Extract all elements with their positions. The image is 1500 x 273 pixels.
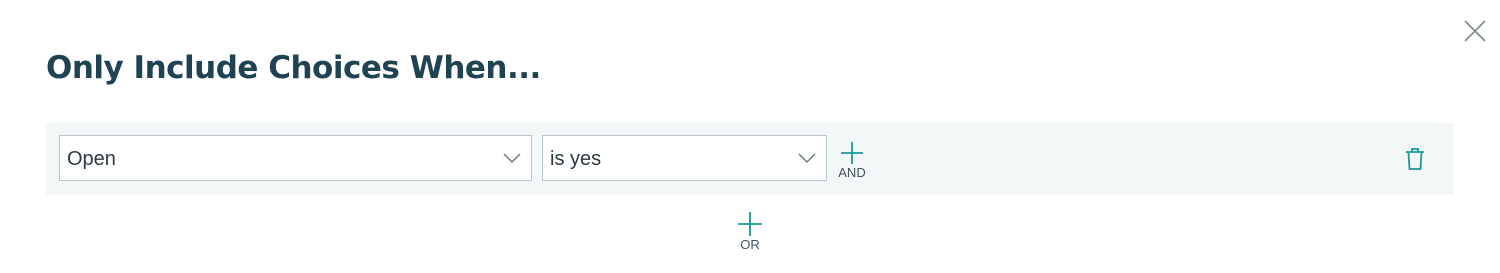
or-label: OR bbox=[740, 237, 760, 252]
field-select[interactable]: Open bbox=[59, 135, 532, 181]
operator-select[interactable]: is yes bbox=[542, 135, 827, 181]
field-select-value: Open bbox=[67, 148, 116, 170]
plus-icon bbox=[738, 212, 762, 236]
operator-select-value: is yes bbox=[550, 148, 602, 170]
display-logic-dialog: Only Include Choices When... Open is yes… bbox=[0, 0, 1500, 273]
chevron-down-icon bbox=[798, 153, 816, 164]
and-label: AND bbox=[838, 165, 866, 180]
add-and-condition-button[interactable]: AND bbox=[832, 141, 872, 183]
trash-icon bbox=[1406, 148, 1424, 170]
close-button[interactable] bbox=[1462, 18, 1488, 44]
chevron-down-icon bbox=[503, 153, 521, 164]
dialog-title: Only Include Choices When... bbox=[46, 50, 541, 86]
close-icon bbox=[1464, 20, 1486, 42]
plus-icon bbox=[841, 142, 863, 164]
add-or-condition-button[interactable]: OR bbox=[730, 211, 770, 259]
delete-condition-button[interactable] bbox=[1404, 147, 1426, 171]
condition-row: Open is yes AND bbox=[46, 123, 1454, 195]
